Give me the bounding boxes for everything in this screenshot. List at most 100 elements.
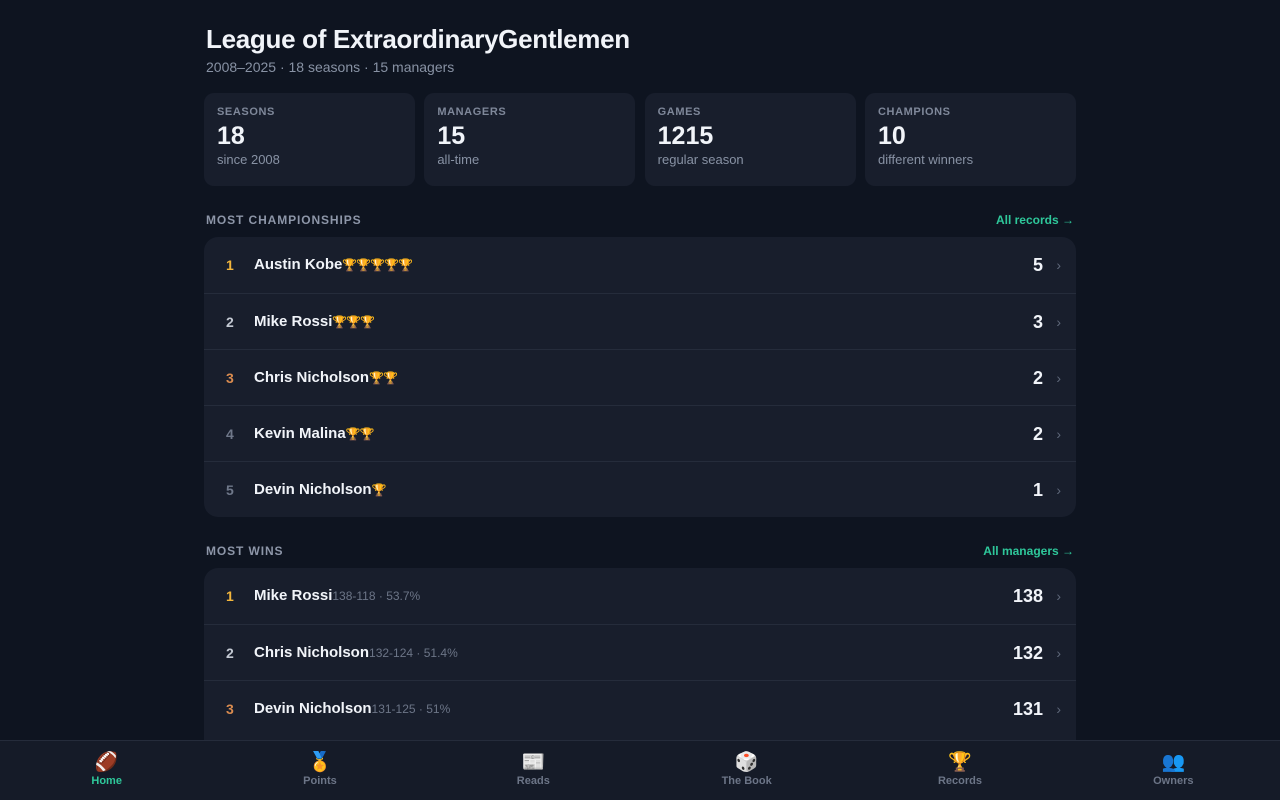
manager-name: Mike Rossi — [254, 587, 333, 604]
wins-count: 132 — [1012, 643, 1043, 663]
nav-label: Reads — [516, 775, 550, 787]
row-name-wrap: Devin Nicholson🏆 — [254, 462, 387, 517]
championship-count: 3 — [1032, 312, 1043, 332]
championship-count: 2 — [1032, 368, 1043, 388]
manager-name: Devin Nicholson — [254, 700, 372, 717]
row-name-wrap: Kevin Malina🏆🏆 — [254, 406, 375, 462]
nav-label: The Book — [721, 775, 772, 787]
rank-number: 5 — [226, 482, 234, 498]
nav-the-book[interactable]: 🎲 The Book — [640, 741, 853, 800]
nav-reads[interactable]: 📰 Reads — [427, 741, 640, 800]
wins-row[interactable]: 1 Mike Rossi138-118 · 53.7% 138 › — [204, 568, 1076, 624]
medal-icon: 🏅 — [308, 752, 332, 773]
row-name-wrap: Chris Nicholson🏆🏆 — [254, 350, 398, 406]
trophy-icon: 🏆 — [371, 483, 387, 497]
rank-number: 1 — [226, 257, 234, 273]
stat-sub: all-time — [437, 152, 480, 167]
row-name-wrap: Chris Nicholson132-124 · 51.4% — [254, 625, 458, 681]
record-detail: 131-125 · 51% — [371, 702, 451, 716]
stat-sub: different winners — [877, 152, 974, 167]
nav-records[interactable]: 🏆 Records — [853, 741, 1066, 800]
championship-row[interactable]: 5 Devin Nicholson🏆 1 › — [204, 461, 1076, 517]
stats-row: SEASONS 18 since 2008 MANAGERS 15 all-ti… — [204, 93, 1076, 186]
nav-label: Points — [303, 775, 337, 787]
stat-sub: since 2008 — [217, 152, 280, 167]
chevron-right-icon: › — [1056, 701, 1061, 717]
nav-label: Home — [91, 775, 122, 787]
stat-card-champions: CHAMPIONS 10 different winners — [864, 93, 1076, 186]
league-title: League of ExtraordinaryGentlemen — [206, 24, 630, 54]
wins-count: 138 — [1012, 586, 1043, 606]
record-detail: 138-118 · 53.7% — [332, 589, 421, 603]
wins-row[interactable]: 3 Devin Nicholson131-125 · 51% 131 › — [204, 680, 1076, 736]
manager-name: Chris Nicholson — [254, 369, 370, 386]
trophy-icon: 🏆🏆 — [345, 427, 375, 441]
wins-header: MOST WINS All managers → — [204, 544, 1076, 560]
bottom-nav: 🏈 Home 🏅 Points 📰 Reads 🎲 The Book 🏆 Rec… — [0, 740, 1280, 800]
championship-row[interactable]: 3 Chris Nicholson🏆🏆 2 › — [204, 349, 1076, 405]
championship-count: 1 — [1032, 480, 1043, 500]
football-icon: 🏈 — [94, 752, 119, 773]
chevron-right-icon: › — [1056, 426, 1061, 442]
rank-number: 3 — [226, 370, 234, 386]
trophy-icon: 🏆 — [948, 752, 972, 773]
stat-value: 18 — [217, 122, 245, 150]
wins-title: MOST WINS — [206, 544, 284, 558]
championship-row[interactable]: 1 Austin Kobe🏆🏆🏆🏆🏆 5 › — [204, 237, 1076, 293]
championship-row[interactable]: 4 Kevin Malina🏆🏆 2 › — [204, 405, 1076, 461]
rank-number: 4 — [226, 426, 234, 442]
stat-card-managers: MANAGERS 15 all-time — [424, 93, 636, 186]
wins-count: 131 — [1012, 699, 1043, 719]
championships-title: MOST CHAMPIONSHIPS — [206, 213, 362, 227]
chevron-right-icon: › — [1056, 482, 1061, 498]
league-subtitle: 2008–2025 · 18 seasons · 15 managers — [206, 59, 455, 75]
stat-label: CHAMPIONS — [877, 106, 951, 118]
all-records-link[interactable]: All records → — [996, 213, 1074, 227]
manager-name: Austin Kobe — [254, 256, 343, 273]
row-name-wrap: Mike Rossi🏆🏆🏆 — [254, 294, 375, 350]
championships-header: MOST CHAMPIONSHIPS All records → — [204, 213, 1076, 229]
trophy-icon: 🏆🏆🏆 — [332, 315, 375, 329]
wins-list: 1 Mike Rossi138-118 · 53.7% 138 › 2 Chri… — [204, 568, 1076, 758]
nav-label: Owners — [1153, 775, 1194, 787]
rank-number: 2 — [226, 645, 234, 661]
stat-value: 1215 — [657, 122, 714, 150]
stat-value: 15 — [437, 122, 466, 150]
row-name-wrap: Austin Kobe🏆🏆🏆🏆🏆 — [254, 237, 413, 293]
chevron-right-icon: › — [1056, 370, 1061, 386]
chevron-right-icon: › — [1056, 588, 1061, 604]
row-name-wrap: Mike Rossi138-118 · 53.7% — [254, 568, 420, 624]
stat-label: MANAGERS — [437, 106, 507, 118]
nav-home[interactable]: 🏈 Home — [0, 741, 213, 800]
wins-row[interactable]: 2 Chris Nicholson132-124 · 51.4% 132 › — [204, 624, 1076, 680]
rank-number: 1 — [226, 588, 234, 604]
manager-name: Chris Nicholson — [254, 644, 370, 661]
row-name-wrap: Devin Nicholson131-125 · 51% — [254, 681, 450, 737]
all-managers-link[interactable]: All managers → — [983, 544, 1074, 558]
trophy-icon: 🏆🏆 — [369, 371, 398, 385]
championship-row[interactable]: 2 Mike Rossi🏆🏆🏆 3 › — [204, 293, 1076, 349]
rank-number: 2 — [226, 314, 234, 330]
stat-label: GAMES — [657, 106, 701, 118]
nav-points[interactable]: 🏅 Points — [213, 741, 426, 800]
nav-owners[interactable]: 👥 Owners — [1067, 741, 1280, 800]
championship-count: 2 — [1032, 424, 1043, 444]
dice-icon: 🎲 — [734, 752, 759, 773]
stat-label: SEASONS — [217, 106, 275, 118]
stat-card-seasons: SEASONS 18 since 2008 — [204, 93, 415, 186]
people-icon: 👥 — [1161, 752, 1186, 773]
rank-number: 3 — [226, 701, 234, 717]
chevron-right-icon: › — [1056, 314, 1061, 330]
manager-name: Mike Rossi — [254, 313, 333, 330]
stat-sub: regular season — [657, 152, 744, 167]
nav-label: Records — [937, 775, 982, 787]
stat-card-games: GAMES 1215 regular season — [644, 93, 856, 186]
stat-value: 10 — [877, 122, 906, 150]
record-detail: 132-124 · 51.4% — [369, 646, 458, 660]
chevron-right-icon: › — [1056, 645, 1061, 661]
manager-name: Devin Nicholson — [254, 481, 372, 498]
chevron-right-icon: › — [1056, 257, 1061, 273]
manager-name: Kevin Malina — [254, 425, 346, 442]
championships-list: 1 Austin Kobe🏆🏆🏆🏆🏆 5 › 2 Mike Rossi🏆🏆🏆 3… — [204, 237, 1076, 517]
trophy-icon: 🏆🏆🏆🏆🏆 — [342, 258, 413, 272]
